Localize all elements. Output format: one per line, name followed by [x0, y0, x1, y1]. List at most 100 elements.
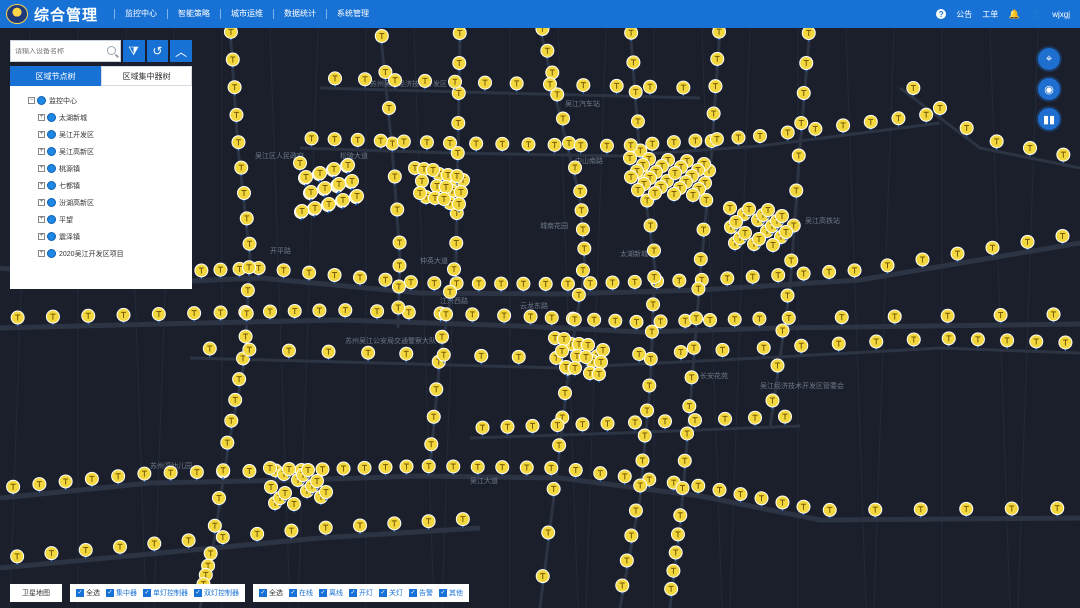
top-right-tools: ? 公告 工单 🔔 👤 wjxgj: [936, 0, 1070, 28]
tree-item-label: 平望: [59, 216, 73, 224]
main-nav: 监控中心 智能策略 城市运维 数据统计 系统管理: [114, 0, 379, 28]
user-icon[interactable]: 👤: [1030, 8, 1042, 20]
bell-icon[interactable]: 🔔: [1008, 8, 1020, 20]
checkbox-checked-icon[interactable]: ✓: [259, 589, 267, 597]
filter-online[interactable]: ✓ 在线: [289, 588, 313, 598]
filter-all-status[interactable]: ✓ 全选: [259, 588, 283, 598]
expand-toggle-icon[interactable]: +: [38, 148, 45, 155]
filter-lamp-off[interactable]: ✓ 关灯: [379, 588, 403, 598]
device-status-filters: ✓ 全选 ✓ 在线 ✓ 离线 ✓ 开灯 ✓ 关灯 ✓ 告警 ✓ 其他: [253, 584, 469, 602]
tree-item-label: 2020吴江开发区项目: [59, 250, 124, 258]
checkbox-checked-icon[interactable]: ✓: [409, 589, 417, 597]
filter-button[interactable]: ⧩: [122, 40, 145, 62]
tree-item[interactable]: + 吴江开发区: [10, 126, 192, 143]
tree-item[interactable]: +2020吴江开发区项目: [10, 245, 192, 262]
tree-item[interactable]: + 七都镇: [10, 177, 192, 194]
expand-toggle-icon[interactable]: +: [38, 199, 45, 206]
expand-toggle-icon[interactable]: +: [38, 182, 45, 189]
tree-item[interactable]: + 平望: [10, 211, 192, 228]
tree-root-label: 监控中心: [49, 97, 77, 105]
node-icon: [47, 181, 56, 190]
filter-icon: ⧩: [128, 43, 139, 58]
expand-toggle-icon[interactable]: +: [38, 165, 45, 172]
checkbox-checked-icon[interactable]: ✓: [319, 589, 327, 597]
map-place-label: 吴江汽车站: [565, 99, 600, 108]
device-type-filters: ✓ 全选 ✓ 集中器 ✓ 单灯控制器 ✓ 双灯控制器: [70, 584, 245, 602]
tree-root[interactable]: − 监控中心: [10, 92, 192, 109]
node-icon: [47, 232, 56, 241]
map-place-label: 松陵大道: [340, 151, 368, 160]
tree-item-label: 太湖新城: [59, 114, 87, 122]
filter-offline[interactable]: ✓ 离线: [319, 588, 343, 598]
checkbox-checked-icon[interactable]: ✓: [194, 589, 202, 597]
collapse-toggle-icon[interactable]: −: [28, 97, 35, 104]
map-place-label: 吴江经济技术开发区管委会: [760, 381, 844, 390]
app-logo: [6, 4, 28, 24]
notice-link[interactable]: 公告: [956, 9, 972, 20]
satellite-map-button[interactable]: 卫星地图: [10, 584, 62, 602]
device-tree-panel: ⧩ ↺ ︿ 区域节点树 区域集中器树 − 监控中心 + 太湖新城 + 吴江开发区 +…: [10, 40, 192, 289]
tree-tabs: 区域节点树 区域集中器树: [10, 66, 192, 86]
help-icon[interactable]: ?: [936, 9, 947, 19]
node-icon: [47, 147, 56, 156]
map-tools: ⌖ ◉ ▮▮: [1038, 48, 1060, 130]
tree-item[interactable]: + 桃源镇: [10, 160, 192, 177]
expand-toggle-icon[interactable]: +: [38, 233, 45, 240]
tab-concentrator-tree[interactable]: 区域集中器树: [101, 66, 192, 86]
filter-alarm[interactable]: ✓ 告警: [409, 588, 433, 598]
nav-city-ops[interactable]: 城市运维: [220, 9, 273, 19]
device-search-input[interactable]: [15, 47, 105, 55]
node-icon: [47, 164, 56, 173]
tree-item-label: 桃源镇: [59, 165, 80, 173]
refresh-icon: ↺: [152, 44, 163, 58]
tree-item[interactable]: + 汾湖高新区: [10, 194, 192, 211]
nav-smart-strategy[interactable]: 智能策略: [167, 9, 220, 19]
filter-single-lamp[interactable]: ✓ 单灯控制器: [143, 588, 188, 598]
refresh-button[interactable]: ↺: [146, 40, 169, 62]
filter-other[interactable]: ✓ 其他: [439, 588, 463, 598]
expand-toggle-icon[interactable]: +: [38, 216, 45, 223]
filter-double-lamp[interactable]: ✓ 双灯控制器: [194, 588, 239, 598]
node-icon: [47, 249, 56, 258]
checkbox-checked-icon[interactable]: ✓: [289, 589, 297, 597]
workorder-link[interactable]: 工单: [982, 9, 998, 20]
nav-system-admin[interactable]: 系统管理: [326, 9, 379, 19]
map-place-label: 云龙东路: [520, 301, 548, 310]
filter-lamp-on[interactable]: ✓ 开灯: [349, 588, 373, 598]
filter-all-devices[interactable]: ✓ 全选: [76, 588, 100, 598]
statistics-button[interactable]: ▮▮: [1038, 108, 1060, 130]
tree-item[interactable]: + 太湖新城: [10, 109, 192, 126]
bar-chart-icon: ▮▮: [1042, 113, 1056, 126]
location-pin-button[interactable]: ⌖: [1038, 48, 1060, 70]
map-place-label: 开平路: [270, 246, 291, 255]
checkbox-checked-icon[interactable]: ✓: [106, 589, 114, 597]
filter-concentrator[interactable]: ✓ 集中器: [106, 588, 137, 598]
node-icon: [47, 215, 56, 224]
tree-item-label: 汾湖高新区: [59, 199, 94, 207]
nav-statistics[interactable]: 数据统计: [273, 9, 326, 19]
chevron-up-icon: ︿: [175, 44, 188, 59]
tree-item-label: 震泽镇: [59, 233, 80, 241]
region-tree: − 监控中心 + 太湖新城 + 吴江开发区 + 吴江高新区 + 桃源镇 + 七都镇 + 汾湖…: [10, 86, 192, 289]
node-icon: [37, 96, 46, 105]
app-title: 综合管理: [34, 6, 99, 24]
tree-item[interactable]: + 吴江高新区: [10, 143, 192, 160]
map-place-label: 太湖新城: [620, 249, 648, 258]
map-place-label: 苏州吴江经济技术开发区: [370, 79, 447, 88]
user-name[interactable]: wjxgj: [1052, 10, 1070, 19]
search-icon[interactable]: [106, 46, 116, 55]
expand-toggle-icon[interactable]: +: [38, 250, 45, 257]
collapse-button[interactable]: ︿: [170, 40, 192, 62]
visibility-button[interactable]: ◉: [1038, 78, 1060, 100]
checkbox-checked-icon[interactable]: ✓: [76, 589, 84, 597]
checkbox-checked-icon[interactable]: ✓: [379, 589, 387, 597]
expand-toggle-icon[interactable]: +: [38, 131, 45, 138]
expand-toggle-icon[interactable]: +: [38, 114, 45, 121]
map-place-label: 吴江大道: [470, 476, 498, 485]
checkbox-checked-icon[interactable]: ✓: [349, 589, 357, 597]
checkbox-checked-icon[interactable]: ✓: [439, 589, 447, 597]
tab-region-node-tree[interactable]: 区域节点树: [10, 66, 101, 86]
nav-monitor-center[interactable]: 监控中心: [114, 9, 167, 19]
tree-item[interactable]: + 震泽镇: [10, 228, 192, 245]
checkbox-checked-icon[interactable]: ✓: [143, 589, 151, 597]
